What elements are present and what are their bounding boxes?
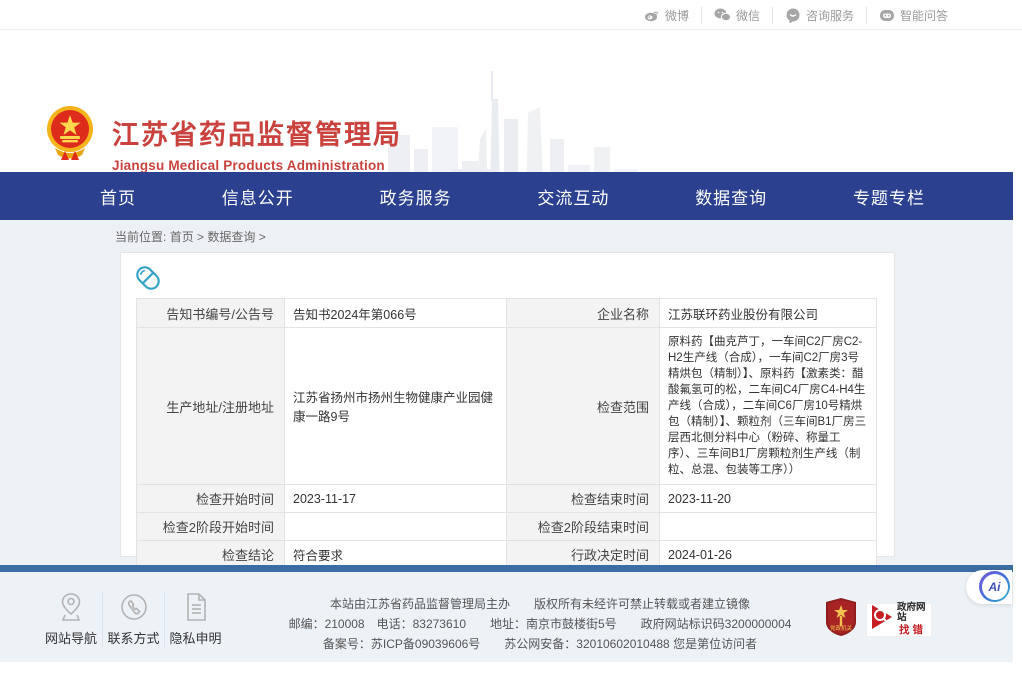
badge-text-bottom: 找错: [899, 625, 926, 636]
detail-card: 告知书编号/公告号 告知书2024年第066号 企业名称 江苏联环药业股份有限公…: [120, 252, 895, 557]
site-title: 江苏省药品监督管理局: [112, 113, 402, 152]
field-value-notice-number: 告知书2024年第066号: [285, 299, 507, 328]
field-label-company-name: 企业名称: [507, 299, 660, 328]
map-pin-icon: [58, 592, 84, 622]
nav-item-special-topics[interactable]: 专题专栏: [853, 184, 925, 209]
topbar-item-label: 微博: [665, 7, 689, 24]
site-subtitle: Jiangsu Medical Products Administration: [112, 158, 402, 173]
wechat-icon: [714, 8, 731, 22]
breadcrumb-separator: >: [197, 230, 204, 244]
field-value-inspection-scope: 原料药【曲克芦丁，一车间C2厂房C2-H2生产线（合成），一车间C2厂房3号精烘…: [660, 328, 877, 485]
topbar-item-label: 咨询服务: [806, 7, 854, 24]
field-label-start-date: 检查开始时间: [137, 485, 285, 513]
inspection-detail-table: 告知书编号/公告号 告知书2024年第066号 企业名称 江苏联环药业股份有限公…: [136, 298, 877, 597]
footer-link-label: 隐私申明: [169, 628, 221, 647]
field-label-end-date: 检查结束时间: [507, 485, 660, 513]
topbar-item-wechat[interactable]: 微信: [701, 7, 772, 24]
brand: 江苏省药品监督管理局 Jiangsu Medical Products Admi…: [112, 113, 402, 173]
field-value-address: 江苏省扬州市扬州生物健康产业园健康一路9号: [285, 328, 507, 485]
footer-text: 本站由江苏省药品监督管理局主办 版权所有未经许可禁止转载或者建立镜像 邮编：21…: [260, 594, 820, 654]
field-label-phase2-start: 检查2阶段开始时间: [137, 513, 285, 541]
document-icon: [184, 592, 208, 622]
table-row: 检查开始时间 2023-11-17 检查结束时间 2023-11-20: [137, 485, 877, 513]
field-value-start-date: 2023-11-17: [285, 485, 507, 513]
footer-link-privacy[interactable]: 隐私申明: [164, 592, 226, 647]
table-row: 检查2阶段开始时间 检查2阶段结束时间: [137, 513, 877, 541]
field-value-phase2-end: [660, 513, 877, 541]
field-value-company-name: 江苏联环药业股份有限公司: [660, 299, 877, 328]
breadcrumb-link-data-query[interactable]: 数据查询: [207, 230, 255, 244]
footer-line-icp: 备案号：苏ICP备09039606号 苏公网安备：32010602010488 …: [260, 634, 820, 654]
shield-label: 党政机关: [830, 624, 853, 632]
topbar-item-consult[interactable]: 咨询服务: [772, 7, 866, 24]
header: 江苏省药品监督管理局 Jiangsu Medical Products Admi…: [0, 31, 1022, 172]
nav-item-data-query[interactable]: 数据查询: [695, 184, 767, 209]
footer-whitespace: [0, 662, 1022, 687]
field-label-phase2-end: 检查2阶段结束时间: [507, 513, 660, 541]
breadcrumb-separator: >: [259, 230, 266, 244]
topbar: 微博 微信 咨询服务 智能问答: [0, 0, 1022, 30]
nav-item-gov-services[interactable]: 政务服务: [380, 184, 452, 209]
main-nav: 首页 信息公开 政务服务 交流互动 数据查询 专题专栏: [0, 172, 1013, 220]
ai-assistant-label: Ai: [982, 574, 1008, 600]
footer-line-contact: 邮编：210008 电话：83273610 地址：南京市鼓楼街5号 政府网站标识…: [260, 614, 820, 634]
topbar-item-label: 智能问答: [900, 7, 948, 24]
gov-site-error-report-badge[interactable]: 政府网站 找错: [866, 603, 932, 637]
footer-link-sitemap[interactable]: 网站导航: [40, 592, 102, 647]
breadcrumb: 当前位置: 首页 > 数据查询 >: [115, 228, 266, 245]
nav-item-home[interactable]: 首页: [100, 184, 136, 209]
field-label-notice-number: 告知书编号/公告号: [137, 299, 285, 328]
ai-assistant-button[interactable]: Ai: [979, 571, 1010, 602]
topbar-item-label: 微信: [736, 7, 760, 24]
footer-link-contact[interactable]: 联系方式: [102, 592, 164, 647]
field-value-end-date: 2023-11-20: [660, 485, 877, 513]
topbar-item-qa[interactable]: 智能问答: [866, 7, 960, 24]
national-emblem-logo: [45, 103, 95, 166]
party-gov-shield-badge[interactable]: 党政机关: [826, 598, 856, 641]
footer-line-host: 本站由江苏省药品监督管理局主办 版权所有未经许可禁止转载或者建立镜像: [260, 594, 820, 614]
nav-item-interaction[interactable]: 交流互动: [537, 184, 609, 209]
badge-text-top: 政府网站: [897, 603, 928, 622]
footer-badges: 党政机关 政府网站 找错: [826, 598, 932, 641]
footer: 网站导航 联系方式: [0, 572, 1013, 662]
table-row: 告知书编号/公告号 告知书2024年第066号 企业名称 江苏联环药业股份有限公…: [137, 299, 877, 328]
field-label-inspection-scope: 检查范围: [507, 328, 660, 485]
chat-bubble-icon: [785, 8, 801, 23]
page: 微博 微信 咨询服务 智能问答: [0, 0, 1022, 687]
footer-link-label: 网站导航: [45, 628, 97, 647]
footer-link-label: 联系方式: [107, 628, 159, 647]
table-row: 生产地址/注册地址 江苏省扬州市扬州生物健康产业园健康一路9号 检查范围 原料药…: [137, 328, 877, 485]
robot-icon: [879, 8, 895, 22]
footer-accent-bar: [0, 565, 1013, 572]
phone-icon: [120, 592, 148, 622]
field-value-phase2-start: [285, 513, 507, 541]
topbar-item-weibo[interactable]: 微博: [632, 7, 701, 24]
ai-assistant-widget: Ai: [966, 570, 1012, 604]
nav-item-info-disclosure[interactable]: 信息公开: [222, 184, 294, 209]
field-label-address: 生产地址/注册地址: [137, 328, 285, 485]
breadcrumb-link-home[interactable]: 首页: [170, 230, 194, 244]
breadcrumb-prefix: 当前位置:: [115, 230, 166, 244]
magnifier-flag-icon: [870, 603, 894, 636]
weibo-icon: [644, 8, 660, 22]
pill-icon: [134, 264, 162, 297]
footer-quick-links: 网站导航 联系方式: [40, 592, 226, 647]
